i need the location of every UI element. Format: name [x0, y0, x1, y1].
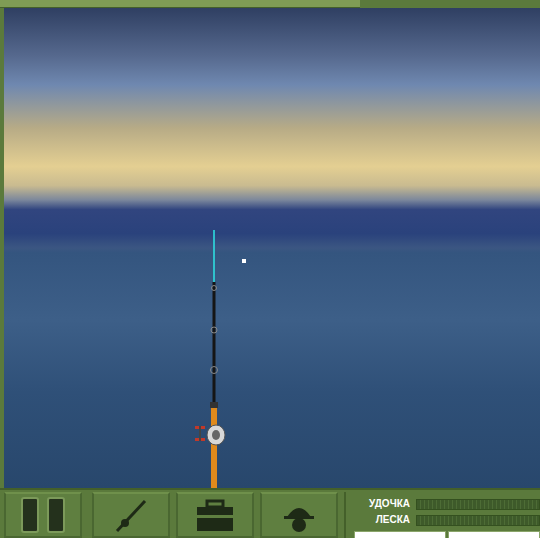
lake-scene	[4, 8, 540, 488]
control-panel: УДОЧКА ЛЕСКА	[0, 488, 540, 538]
bobber	[242, 259, 246, 263]
rod-icon	[111, 495, 151, 535]
top-bar	[0, 0, 360, 8]
gauge-track	[416, 499, 540, 510]
pause-bar-icon	[21, 497, 39, 533]
tackle-button[interactable]	[92, 492, 170, 538]
gauge-row: УДОЧКА	[354, 498, 540, 510]
info-field	[448, 531, 540, 538]
gauge-label: ЛЕСКА	[354, 514, 410, 526]
gauge-row: ЛЕСКА	[354, 514, 540, 526]
info-field	[354, 531, 446, 538]
fishing-rod-icon[interactable]	[190, 230, 234, 488]
pause-bar-icon	[47, 497, 65, 533]
tackle-box-button[interactable]	[176, 492, 254, 538]
pause-button[interactable]	[4, 492, 82, 538]
gauge-track	[416, 515, 540, 526]
character-button[interactable]	[260, 492, 338, 538]
info-fields	[354, 531, 540, 538]
gauge-panel: УДОЧКА ЛЕСКА	[344, 492, 540, 538]
gauge-label: УДОЧКА	[354, 498, 410, 510]
tackle-box-icon	[193, 495, 237, 535]
fisherman-icon	[279, 495, 319, 535]
